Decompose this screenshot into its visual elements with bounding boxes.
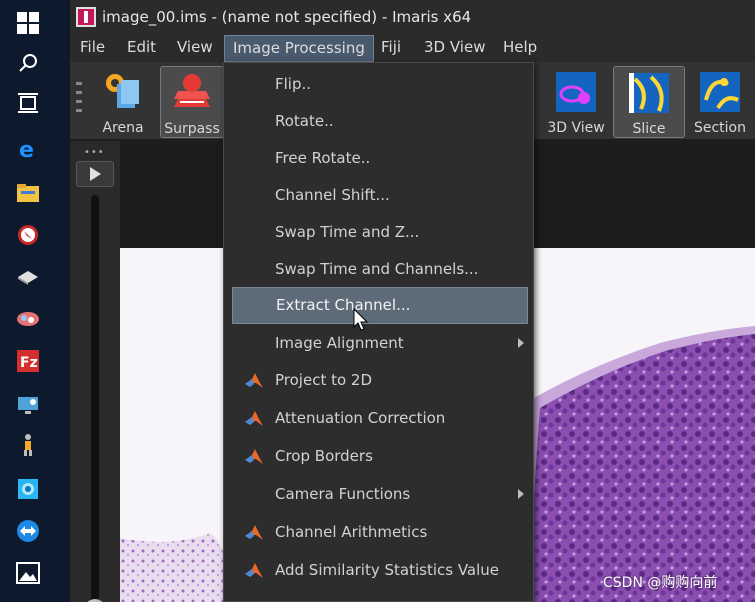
menu-item-label: Swap Time and Channels... bbox=[275, 260, 479, 278]
menu-item-label: Extract Channel... bbox=[276, 296, 411, 314]
menu-view[interactable]: View bbox=[177, 38, 213, 56]
menu-item-label: Swap Time and Z... bbox=[275, 223, 420, 241]
menu-bar: File Edit View Image Processing Fiji 3D … bbox=[70, 34, 755, 62]
edge-browser-icon[interactable]: e bbox=[15, 136, 41, 162]
file-explorer-icon[interactable] bbox=[15, 180, 41, 206]
menu-image-processing[interactable]: Image Processing bbox=[224, 35, 374, 62]
mouse-cursor-icon bbox=[353, 308, 369, 331]
panel-grip[interactable]: ••• bbox=[84, 147, 105, 158]
matlab-icon bbox=[245, 373, 263, 388]
menu-item-camera-functions[interactable]: Camera Functions bbox=[232, 477, 528, 514]
menu-item-image-alignment[interactable]: Image Alignment bbox=[232, 326, 528, 363]
imaging-app-icon[interactable] bbox=[15, 476, 41, 502]
arena-icon bbox=[106, 74, 139, 108]
arena-button[interactable]: Arena bbox=[92, 66, 154, 138]
submenu-arrow-icon bbox=[518, 489, 524, 499]
toolbar-grip[interactable] bbox=[76, 82, 82, 118]
compass-app-icon[interactable] bbox=[15, 222, 41, 248]
slice-button[interactable]: Slice bbox=[613, 66, 685, 138]
menu-item-channel-shift[interactable]: Channel Shift... bbox=[232, 178, 528, 215]
menu-item-free-rotate[interactable]: Free Rotate.. bbox=[232, 141, 528, 178]
windows-taskbar: e Fz bbox=[0, 0, 70, 602]
menu-item-label: Image Alignment bbox=[275, 334, 404, 352]
3d-view-icon bbox=[556, 72, 596, 112]
matlab-icon bbox=[245, 525, 263, 540]
menu-item-flip[interactable]: Flip.. bbox=[232, 67, 528, 104]
filezilla-icon[interactable]: Fz bbox=[15, 348, 41, 374]
slice-icon bbox=[629, 73, 669, 113]
menu-item-add-similarity-statistics[interactable]: Add Similarity Statistics Value bbox=[232, 553, 528, 590]
imaris-logo-icon bbox=[76, 7, 96, 27]
slice-label: Slice bbox=[632, 121, 666, 137]
play-button[interactable] bbox=[76, 161, 114, 187]
menu-item-label: Project to 2D bbox=[275, 371, 373, 389]
section-label: Section bbox=[693, 120, 746, 136]
menu-item-label: Add Similarity Statistics Value bbox=[275, 561, 500, 579]
section-icon bbox=[700, 72, 740, 112]
task-view-icon[interactable] bbox=[15, 90, 41, 116]
menu-file[interactable]: File bbox=[80, 38, 105, 56]
menu-item-attenuation-correction[interactable]: Attenuation Correction bbox=[232, 401, 528, 438]
menu-item-label: Flip.. bbox=[275, 75, 312, 93]
matlab-icon bbox=[245, 411, 263, 426]
matlab-icon bbox=[245, 449, 263, 464]
windows-start-icon[interactable] bbox=[15, 10, 41, 36]
menu-item-label: Channel Arithmetics bbox=[275, 523, 428, 541]
title-bar: image_00.ims - (name not specified) - Im… bbox=[70, 0, 755, 34]
surpass-label: Surpass bbox=[164, 121, 220, 137]
menu-item-label: Free Rotate.. bbox=[275, 149, 371, 167]
section-button[interactable]: Section bbox=[690, 66, 750, 138]
watermark-text: CSDN @购购向前 bbox=[603, 575, 718, 591]
menu-item-label: Rotate.. bbox=[275, 112, 334, 130]
menu-item-label: Camera Functions bbox=[275, 485, 411, 503]
svg-text:Fz: Fz bbox=[20, 355, 38, 371]
figure-app-icon[interactable] bbox=[15, 432, 41, 458]
surpass-button[interactable]: Surpass bbox=[160, 66, 224, 138]
menu-item-channel-arithmetics[interactable]: Channel Arithmetics bbox=[232, 515, 528, 552]
menu-item-label: Attenuation Correction bbox=[275, 409, 446, 427]
menu-item-rotate[interactable]: Rotate.. bbox=[232, 104, 528, 141]
image-processing-menu: Flip.. Rotate.. Free Rotate.. Channel Sh… bbox=[223, 62, 534, 602]
arena-label: Arena bbox=[102, 120, 144, 136]
3d-view-button[interactable]: 3D View bbox=[544, 66, 608, 138]
menu-edit[interactable]: Edit bbox=[127, 38, 156, 56]
menu-item-project-to-2d[interactable]: Project to 2D bbox=[232, 363, 528, 400]
menu-3d-view[interactable]: 3D View bbox=[424, 38, 485, 56]
submenu-arrow-icon bbox=[518, 338, 524, 348]
menu-item-extract-channel[interactable]: Extract Channel... bbox=[232, 287, 528, 324]
search-icon[interactable] bbox=[15, 50, 41, 76]
time-slider-track[interactable] bbox=[91, 195, 99, 602]
teamviewer-icon[interactable] bbox=[15, 518, 41, 544]
remote-desktop-icon[interactable] bbox=[15, 392, 41, 418]
menu-item-swap-time-channels[interactable]: Swap Time and Channels... bbox=[232, 252, 528, 289]
menu-fiji[interactable]: Fiji bbox=[381, 38, 401, 56]
menu-item-label: Crop Borders bbox=[275, 447, 373, 465]
menu-item-label: Channel Shift... bbox=[275, 186, 390, 204]
window-title: image_00.ims - (name not specified) - Im… bbox=[102, 8, 472, 26]
network-app-icon[interactable] bbox=[15, 306, 41, 332]
photos-icon[interactable] bbox=[15, 560, 41, 586]
menu-item-swap-time-z[interactable]: Swap Time and Z... bbox=[232, 215, 528, 252]
menu-help[interactable]: Help bbox=[503, 38, 537, 56]
play-icon bbox=[90, 167, 101, 181]
storage-drive-icon[interactable] bbox=[15, 264, 41, 290]
surpass-icon bbox=[174, 74, 210, 107]
svg-text:e: e bbox=[19, 138, 34, 161]
matlab-icon bbox=[245, 563, 263, 578]
3d-view-label: 3D View bbox=[547, 120, 605, 136]
menu-item-crop-borders[interactable]: Crop Borders bbox=[232, 439, 528, 476]
time-slider-panel: ••• bbox=[70, 141, 120, 602]
